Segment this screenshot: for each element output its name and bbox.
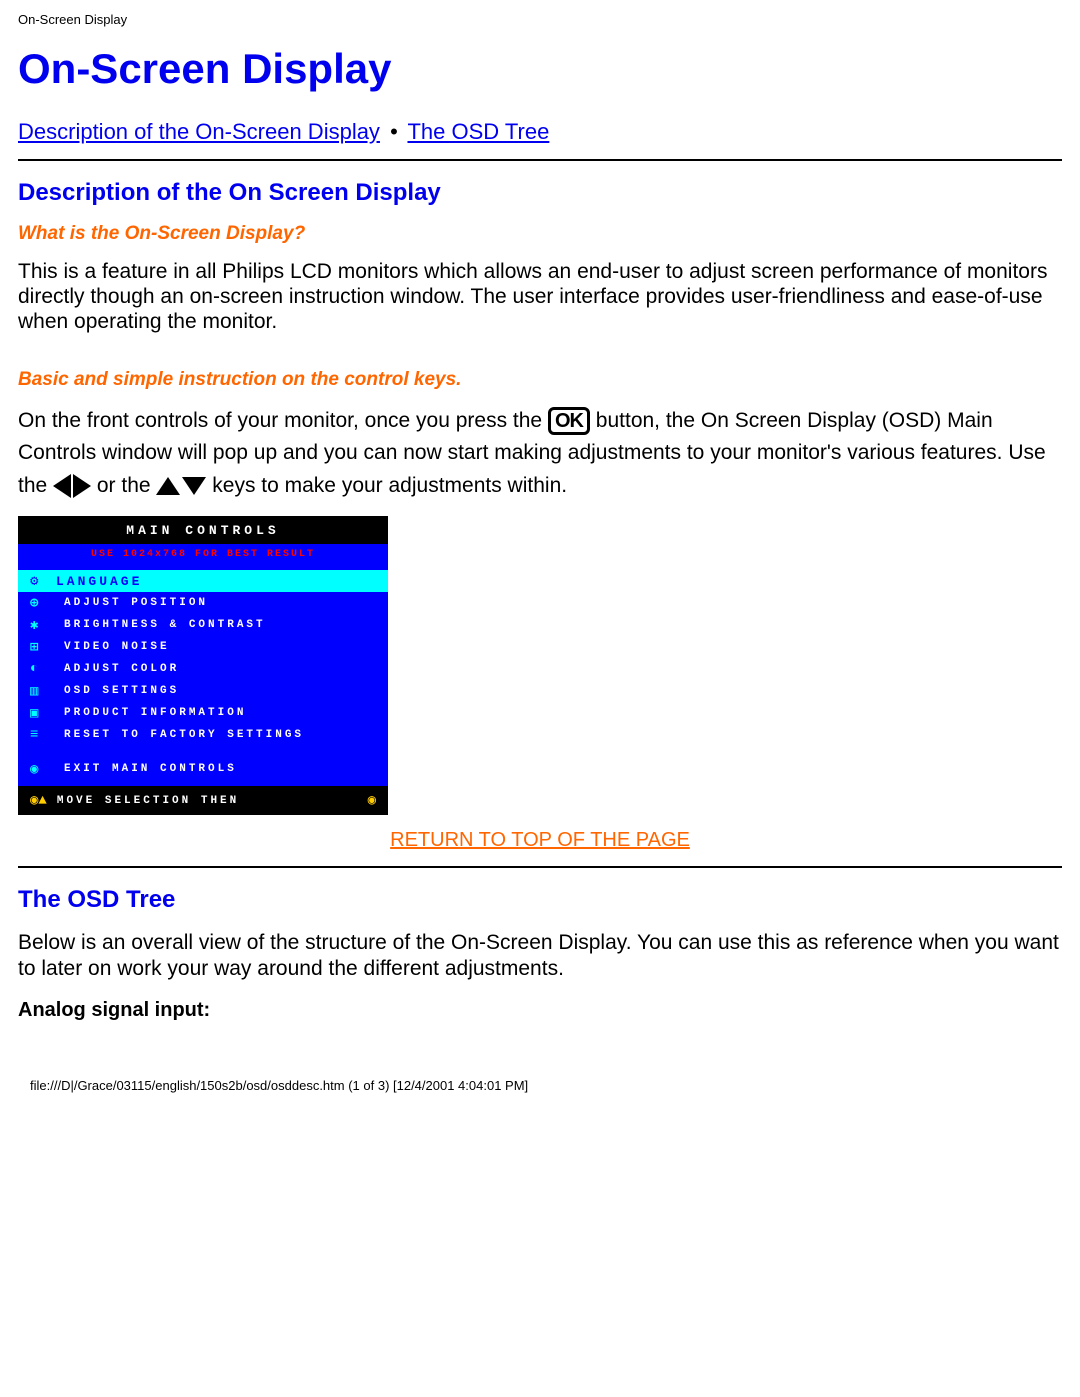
position-icon: ⊕ <box>30 595 50 612</box>
arrow-down-icon <box>182 470 206 503</box>
subheading-analog-input: Analog signal input: <box>18 999 1062 1022</box>
return-link[interactable]: RETURN TO TOP OF THE PAGE <box>390 829 690 851</box>
header-label: On-Screen Display <box>0 0 1080 35</box>
text-fragment: On the front controls of your monitor, o… <box>18 409 548 432</box>
para-what-is-osd: This is a feature in all Philips LCD mon… <box>18 259 1062 335</box>
main-content: On-Screen Display Description of the On-… <box>0 45 1080 1068</box>
brightness-icon: ✱ <box>30 617 50 634</box>
osd-footer-text: MOVE SELECTION THEN <box>47 795 368 807</box>
para-osd-tree: Below is an overall view of the structur… <box>18 930 1062 980</box>
return-to-top: RETURN TO TOP OF THE PAGE <box>18 829 1062 852</box>
osd-item-label: RESET TO FACTORY SETTINGS <box>50 729 304 741</box>
osd-item-adjust-position: ⊕ ADJUST POSITION <box>18 592 388 614</box>
osd-item-label: LANGUAGE <box>50 574 142 589</box>
osd-item-label: VIDEO NOISE <box>50 641 170 653</box>
osd-item-brightness: ✱ BRIGHTNESS & CONTRAST <box>18 614 388 636</box>
osd-footer: ◉▲ MOVE SELECTION THEN ◉ <box>18 786 388 815</box>
arrow-right-icon <box>73 470 91 503</box>
osd-item-product-info: ▣ PRODUCT INFORMATION <box>18 702 388 724</box>
osd-title: MAIN CONTROLS <box>18 516 388 544</box>
osd-item-adjust-color: ◐ ADJUST COLOR <box>18 658 388 680</box>
osd-item-video-noise: ⊞ VIDEO NOISE <box>18 636 388 658</box>
subheading-what-is-osd: What is the On-Screen Display? <box>18 223 1062 245</box>
settings-icon: ▥ <box>30 683 50 700</box>
section2-heading: The OSD Tree <box>18 886 1062 914</box>
osd-panel: MAIN CONTROLS USE 1024x768 FOR BEST RESU… <box>18 516 388 815</box>
divider <box>18 866 1062 868</box>
arrow-left-icon <box>53 470 71 503</box>
noise-icon: ⊞ <box>30 639 50 656</box>
footer-file-path: file:///D|/Grace/03115/english/150s2b/os… <box>0 1068 1080 1113</box>
osd-item-label: OSD SETTINGS <box>50 685 179 697</box>
para-controls: On the front controls of your monitor, o… <box>18 405 1062 503</box>
link-osd-tree[interactable]: The OSD Tree <box>407 119 549 144</box>
ok-button-icon: OK <box>548 407 590 435</box>
osd-item-label: BRIGHTNESS & CONTRAST <box>50 619 266 631</box>
osd-item-osd-settings: ▥ OSD SETTINGS <box>18 680 388 702</box>
footer-move-icons: ◉▲ <box>30 792 47 809</box>
osd-item-label: ADJUST COLOR <box>50 663 179 675</box>
nav-separator: • <box>386 119 402 145</box>
text-fragment: or the <box>97 474 157 497</box>
info-icon: ▣ <box>30 705 50 722</box>
link-description[interactable]: Description of the On-Screen Display <box>18 119 380 144</box>
text-fragment: keys to make your adjustments within. <box>212 474 567 497</box>
osd-subtitle: USE 1024x768 FOR BEST RESULT <box>18 544 388 564</box>
osd-item-exit: ◉ EXIT MAIN CONTROLS <box>18 758 388 780</box>
subheading-basic-instruction: Basic and simple instruction on the cont… <box>18 369 1062 391</box>
osd-item-reset: ≡ RESET TO FACTORY SETTINGS <box>18 724 388 746</box>
arrow-up-icon <box>156 470 180 503</box>
osd-item-label: PRODUCT INFORMATION <box>50 707 246 719</box>
language-icon: ⚙ <box>30 573 50 590</box>
section1-heading: Description of the On Screen Display <box>18 179 1062 207</box>
exit-icon: ◉ <box>30 761 50 778</box>
nav-links: Description of the On-Screen Display • T… <box>18 119 1062 145</box>
footer-ok-icon: ◉ <box>368 792 376 809</box>
reset-icon: ≡ <box>30 727 50 743</box>
osd-item-label: EXIT MAIN CONTROLS <box>50 763 237 775</box>
divider <box>18 159 1062 161</box>
osd-item-label: ADJUST POSITION <box>50 597 208 609</box>
page-title: On-Screen Display <box>18 45 1062 93</box>
osd-item-language: ⚙ LANGUAGE <box>18 570 388 592</box>
color-icon: ◐ <box>30 661 50 677</box>
